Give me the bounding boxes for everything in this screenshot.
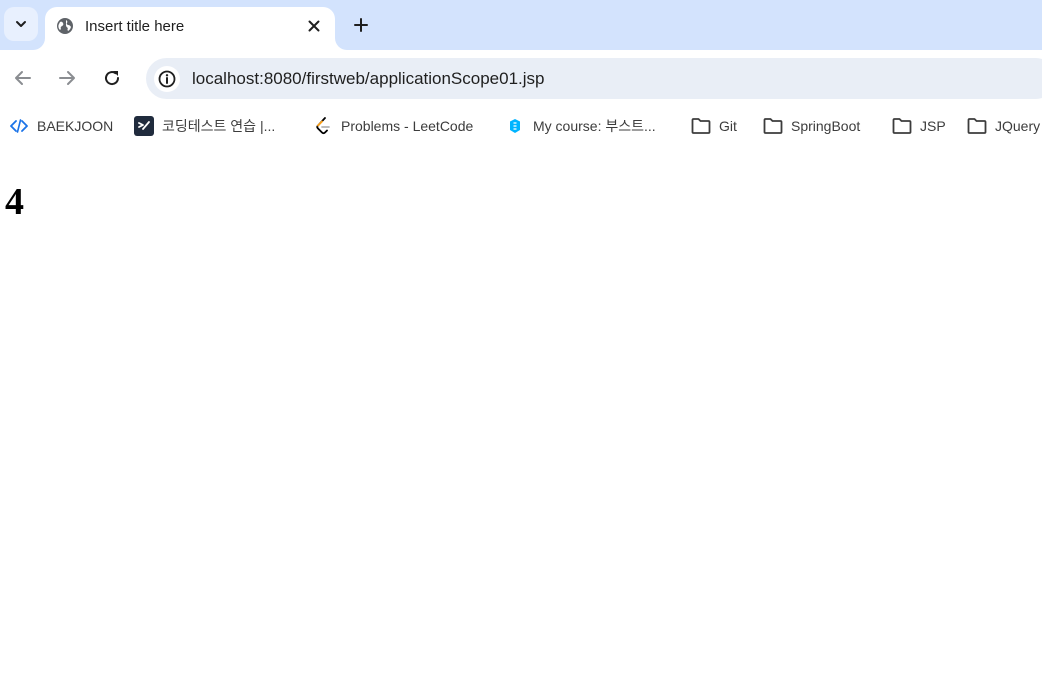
- back-button[interactable]: [10, 65, 36, 91]
- new-tab-button[interactable]: [348, 12, 374, 38]
- arrow-right-icon: [59, 71, 75, 85]
- bookmark-label: BAEKJOON: [37, 118, 114, 134]
- bookmark-label: 코딩테스트 연습 |...: [162, 118, 276, 134]
- bookmark-programmers[interactable]: 코딩테스트 연습 |...: [134, 115, 275, 137]
- bookmark-folder-springboot[interactable]: SpringBoot: [763, 115, 860, 137]
- toolbar: localhost:8080/firstweb/applicationScope…: [0, 50, 1042, 106]
- bookmark-label: Problems - LeetCode: [341, 118, 474, 134]
- url-text[interactable]: localhost:8080/firstweb/applicationScope…: [192, 69, 545, 89]
- bookmarks-bar: BAEKJOON 코딩테스트 연습 |... Problems - LeetCo…: [0, 106, 1042, 146]
- bookmark-label: JQuery: [995, 118, 1041, 134]
- folder-icon: [967, 116, 987, 136]
- arrow-left-icon: [15, 71, 31, 85]
- reload-button[interactable]: [99, 65, 125, 91]
- bookmark-label: My course: 부스트...: [533, 118, 656, 134]
- page-heading: 4: [5, 181, 24, 223]
- chevron-down-icon: [16, 21, 26, 27]
- bookmark-baekjoon[interactable]: BAEKJOON: [9, 115, 113, 137]
- page-content: 4: [0, 146, 1042, 697]
- close-icon: [308, 20, 320, 32]
- reload-icon: [105, 71, 120, 86]
- bookmark-label: Git: [719, 118, 737, 134]
- tab-active[interactable]: Insert title here: [45, 7, 335, 50]
- leetcode-icon: [313, 116, 333, 136]
- boostcourse-icon: [505, 116, 525, 136]
- globe-icon: [57, 18, 73, 34]
- programmers-icon: [134, 116, 154, 136]
- code-brackets-icon: [9, 116, 29, 136]
- info-icon: [158, 70, 176, 88]
- bookmark-folder-jquery[interactable]: JQuery: [967, 115, 1042, 137]
- folder-icon: [763, 116, 783, 136]
- bookmark-folder-jsp[interactable]: JSP: [892, 115, 946, 137]
- tab-strip: Insert title here: [0, 0, 1042, 50]
- bookmark-leetcode[interactable]: Problems - LeetCode: [313, 115, 473, 137]
- plus-icon: [354, 18, 368, 32]
- tab-title: Insert title here: [85, 18, 185, 35]
- site-info-button[interactable]: [154, 66, 180, 92]
- bookmark-label: SpringBoot: [791, 118, 861, 134]
- folder-icon: [892, 116, 912, 136]
- folder-icon: [691, 116, 711, 136]
- tab-close-button[interactable]: [303, 15, 325, 37]
- address-bar[interactable]: localhost:8080/firstweb/applicationScope…: [146, 58, 1042, 99]
- tab-search-button[interactable]: [4, 7, 38, 41]
- bookmark-folder-git[interactable]: Git: [691, 115, 737, 137]
- browser-window: Insert title here localhost:8080/firstwe…: [0, 0, 1042, 697]
- bookmark-label: JSP: [920, 118, 946, 134]
- bookmark-boostcourse[interactable]: My course: 부스트...: [505, 115, 656, 137]
- forward-button[interactable]: [54, 65, 80, 91]
